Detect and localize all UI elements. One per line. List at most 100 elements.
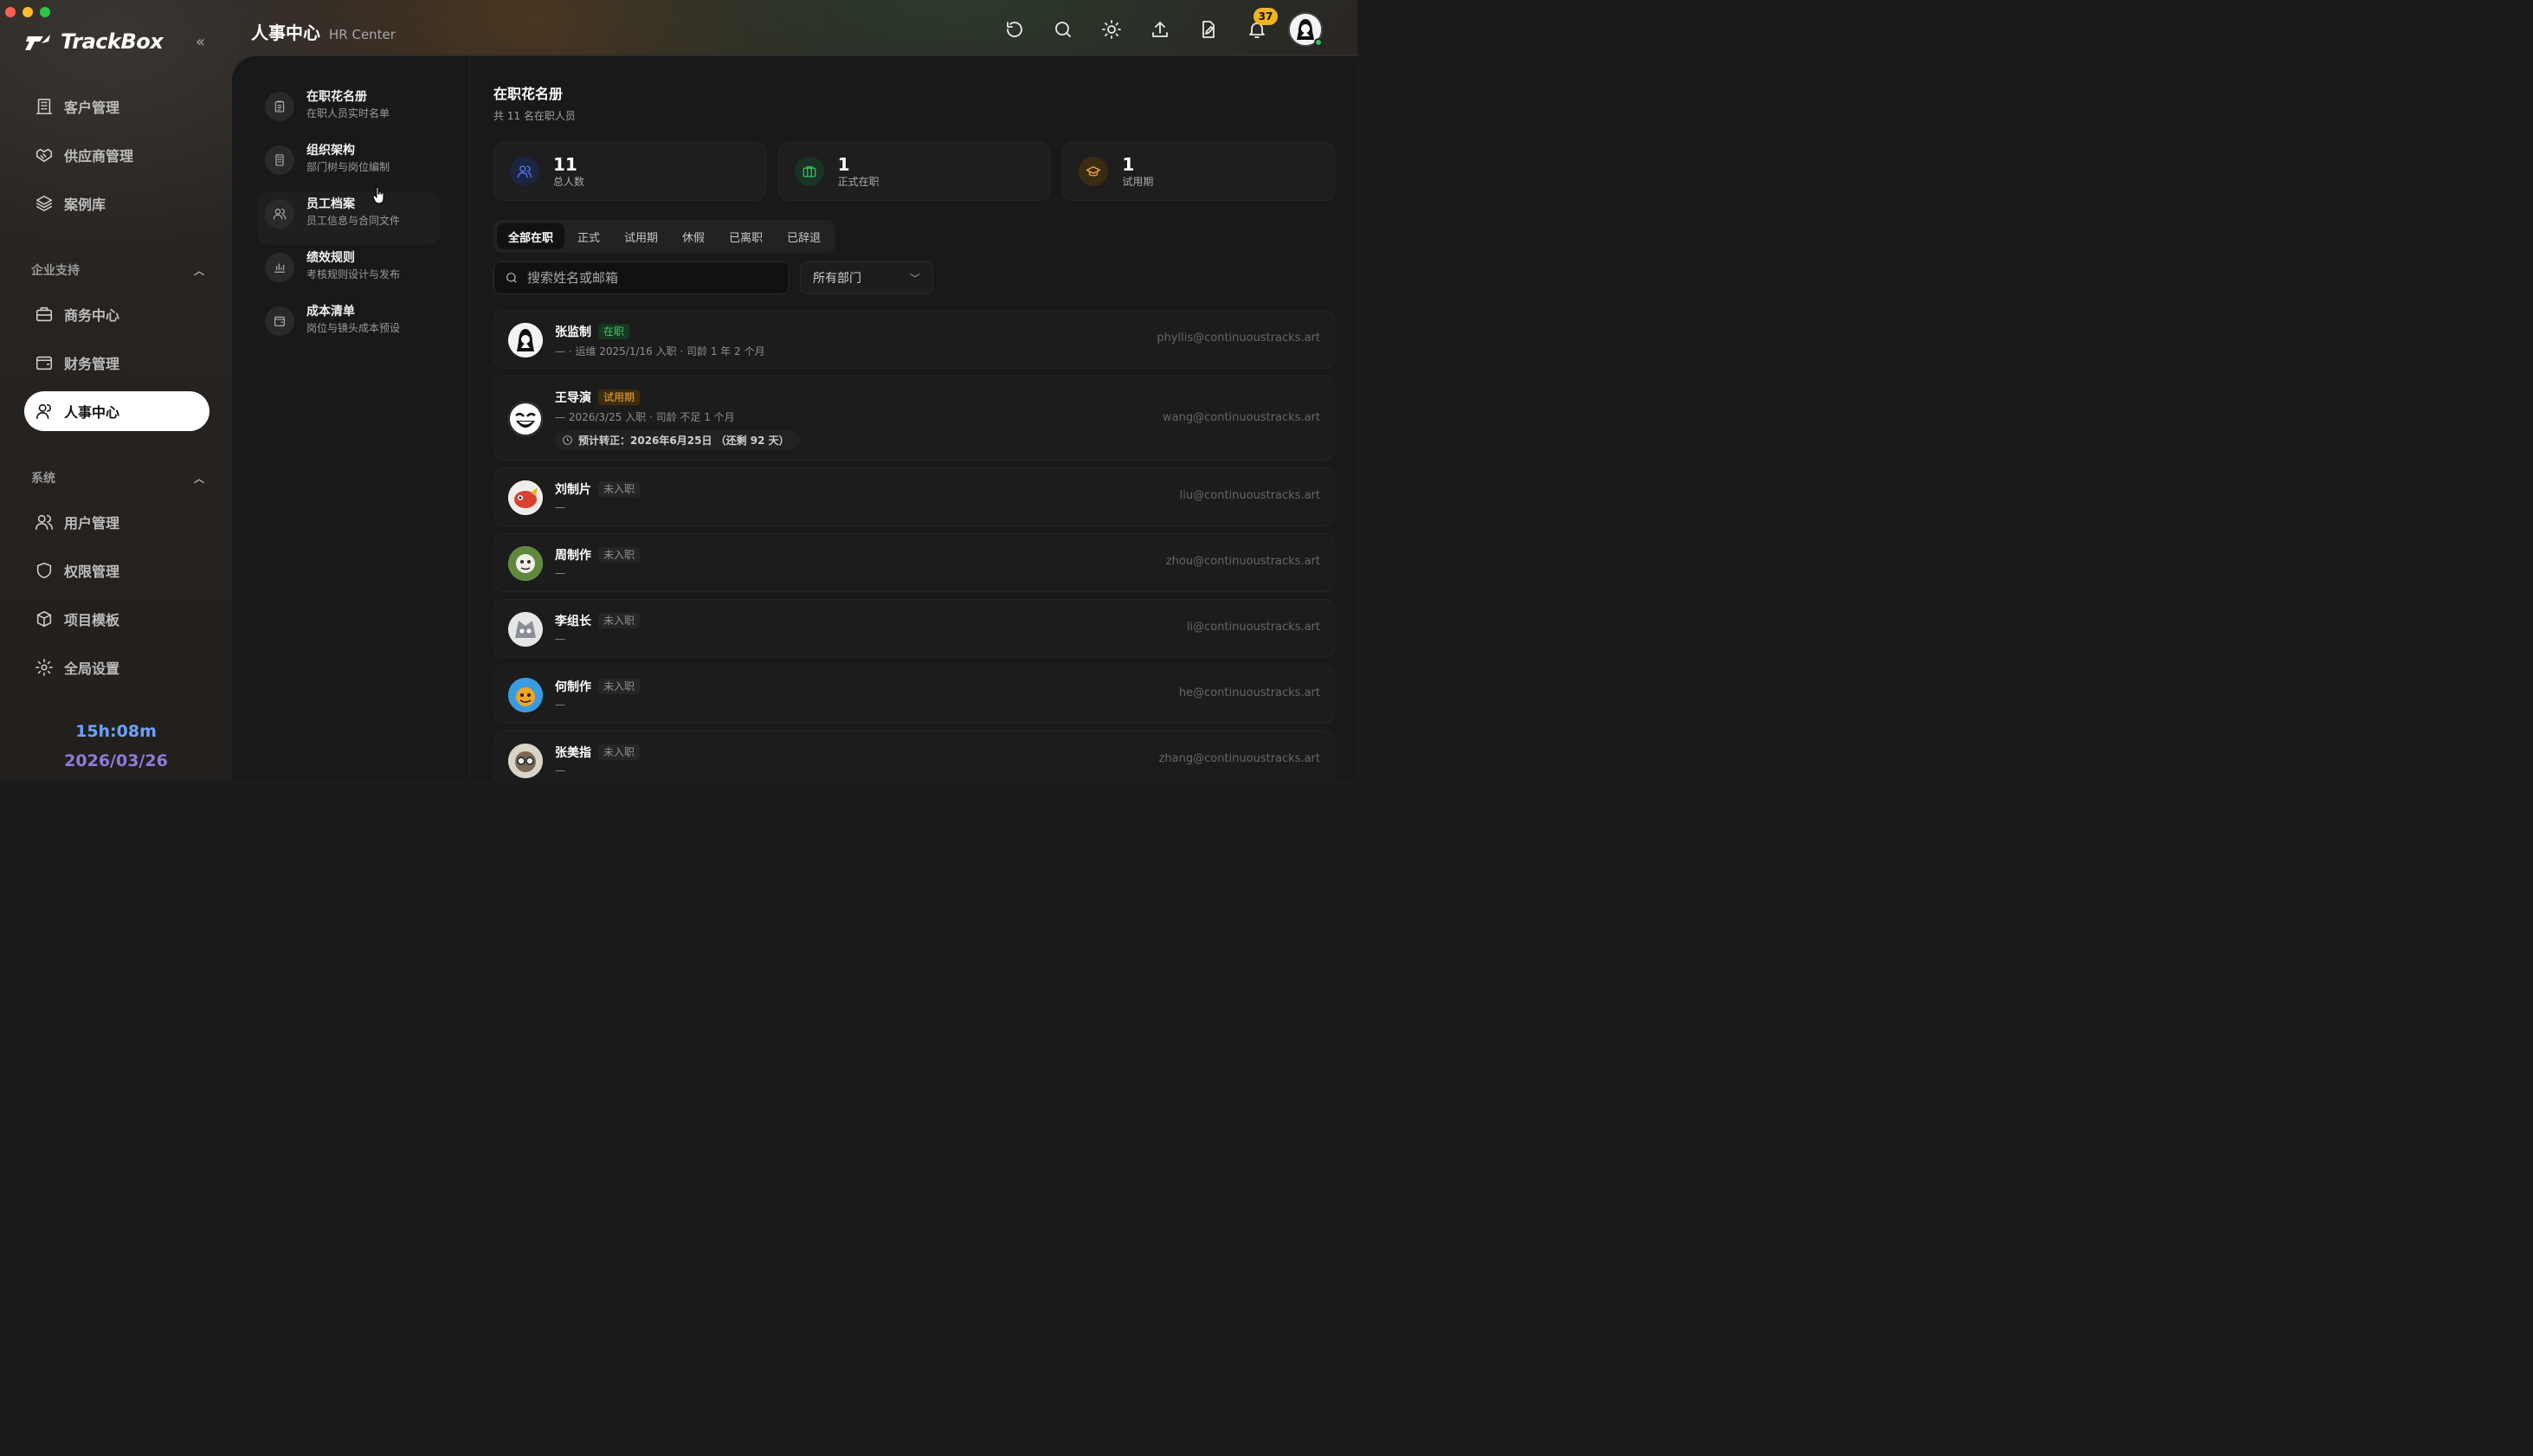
employee-row[interactable]: 张美指 未入职 — zhang@continuoustracks.art <box>493 731 1335 780</box>
tab-resigned[interactable]: 已离职 <box>718 223 774 249</box>
employee-avatar <box>508 480 543 515</box>
tab-probation[interactable]: 试用期 <box>613 223 669 249</box>
tab-regular[interactable]: 正式 <box>566 223 611 249</box>
employee-name: 王导演 <box>555 391 591 405</box>
wallet-icon <box>35 356 53 370</box>
sidebar-item-label: 供应商管理 <box>64 148 134 164</box>
stat-card-total: 11 总人数 <box>493 142 766 201</box>
panel-divider <box>469 56 470 780</box>
mouse-pointer-icon <box>372 187 384 204</box>
page-title: 人事中心 HR Center <box>251 19 396 44</box>
subnav-item-roster[interactable]: 在职花名册 在职人员实时名单 <box>258 84 440 138</box>
subnav-item-performance[interactable]: 绩效规则 考核规则设计与发布 <box>258 245 440 299</box>
search-icon[interactable] <box>1053 19 1073 40</box>
employee-meta: — <box>555 699 565 711</box>
clock-icon <box>563 435 572 445</box>
stat-label: 试用期 <box>1122 175 1154 188</box>
sidebar-item-customers[interactable]: 客户管理 <box>24 87 209 126</box>
search-input[interactable] <box>527 270 770 286</box>
edit-file-icon[interactable] <box>1198 19 1219 40</box>
sidebar-item-permissions[interactable]: 权限管理 <box>24 551 209 590</box>
section-label: 系统 <box>31 472 55 486</box>
employee-name: 何制作 <box>555 680 591 694</box>
sidebar-item-templates[interactable]: 项目模板 <box>24 599 209 639</box>
app-name: TrackBox <box>61 29 164 54</box>
subnav-title: 绩效规则 <box>306 251 355 265</box>
app-logo[interactable]: TrackBox <box>24 29 164 54</box>
roster-title: 在职花名册 <box>493 86 564 102</box>
sidebar-item-label: 人事中心 <box>64 404 120 421</box>
employee-row[interactable]: 李组长 未入职 — li@continuoustracks.art <box>493 599 1335 658</box>
sidebar-item-hr[interactable]: 人事中心 <box>24 391 209 431</box>
subnav-desc: 岗位与镜头成本预设 <box>306 322 401 334</box>
chevron-up-icon: ︿ <box>193 472 204 485</box>
sidebar-item-label: 财务管理 <box>64 356 120 372</box>
handshake-icon <box>35 148 53 163</box>
briefcase-icon <box>35 306 53 322</box>
subnav-title: 组织架构 <box>306 144 355 158</box>
sidebar-item-cases[interactable]: 案例库 <box>24 184 209 223</box>
subnav-desc: 在职人员实时名单 <box>306 107 390 119</box>
employee-list: 张监制 在职 — · 运维 2025/1/16 入职 · 司龄 1 年 2 个月 … <box>493 310 1335 780</box>
sun-icon[interactable] <box>1101 19 1122 40</box>
building-icon <box>35 98 53 115</box>
employee-avatar <box>508 744 543 778</box>
employee-name: 张监制 <box>555 325 591 339</box>
main-panel: 在职花名册 在职人员实时名单 组织架构 部门树与岗位编制 员工档案 员工信息与合同文件… <box>232 56 1357 780</box>
graduation-cap-icon <box>1079 157 1109 186</box>
tab-all-active[interactable]: 全部在职 <box>497 223 565 249</box>
sidebar-item-finance[interactable]: 财务管理 <box>24 343 209 383</box>
cube-icon <box>36 610 52 628</box>
employee-email: zhang@continuoustracks.art <box>1158 752 1320 765</box>
users-icon <box>35 514 53 531</box>
user-icon <box>35 403 52 420</box>
section-enterprise-support[interactable]: 企业支持 ︿ <box>31 261 204 279</box>
page-title-cn: 人事中心 <box>251 23 320 43</box>
employee-row[interactable]: 王导演 试用期 — 2026/3/25 入职 · 司龄 不足 1 个月 预计转正：… <box>493 376 1335 461</box>
employee-email: zhou@continuoustracks.art <box>1165 555 1320 568</box>
section-system[interactable]: 系统 ︿ <box>31 469 204 486</box>
subnav-item-org[interactable]: 组织架构 部门树与岗位编制 <box>258 138 440 191</box>
sidebar-item-settings[interactable]: 全局设置 <box>24 647 209 687</box>
sidebar-item-label: 客户管理 <box>64 100 120 116</box>
probation-eta: 预计转正：2026年6月25日 （还剩 92 天） <box>555 431 800 449</box>
collapse-sidebar-icon[interactable]: « <box>196 33 205 51</box>
layers-icon <box>35 195 53 212</box>
employee-email: he@continuoustracks.art <box>1178 686 1320 699</box>
employee-email: li@continuoustracks.art <box>1186 621 1320 634</box>
chevron-up-icon: ︿ <box>193 264 204 277</box>
employee-row[interactable]: 周制作 未入职 — zhou@continuoustracks.art <box>493 533 1335 592</box>
employee-row[interactable]: 刘制片 未入职 — liu@continuoustracks.art <box>493 467 1335 526</box>
subnav-item-costs[interactable]: 成本清单 岗位与镜头成本预设 <box>258 299 440 352</box>
status-badge: 在职 <box>598 324 630 339</box>
probation-eta-text: 预计转正：2026年6月25日 （还剩 92 天） <box>578 435 790 447</box>
employee-email: phyllis@continuoustracks.art <box>1157 332 1320 345</box>
hr-subnav: 在职花名册 在职人员实时名单 组织架构 部门树与岗位编制 员工档案 员工信息与合同文件… <box>258 84 440 352</box>
refresh-icon[interactable] <box>1004 19 1025 40</box>
sidebar-item-business[interactable]: 商务中心 <box>24 294 209 334</box>
employee-name: 周制作 <box>555 549 591 563</box>
page-title-en: HR Center <box>329 27 396 42</box>
online-indicator <box>1314 38 1323 47</box>
roster-content: 在职花名册 共 11 名在职人员 11 总人数 1 正式在职 1 试用期 全部在职 <box>493 82 1336 780</box>
employee-row[interactable]: 何制作 未入职 — he@continuoustracks.art <box>493 665 1335 724</box>
employee-email: liu@continuoustracks.art <box>1179 489 1320 502</box>
stat-label: 总人数 <box>553 175 585 188</box>
chevron-down-icon: ﹀ <box>909 272 920 285</box>
stat-label: 正式在职 <box>837 175 880 188</box>
stat-card-probation: 1 试用期 <box>1062 142 1336 201</box>
employee-row[interactable]: 张监制 在职 — · 运维 2025/1/16 入职 · 司龄 1 年 2 个月 … <box>493 310 1335 369</box>
employee-name: 刘制片 <box>555 483 591 497</box>
search-icon <box>506 273 517 283</box>
app-window: TrackBox « 客户管理 供应商管理 案例库 企业支持 ︿ 商务中心 财务… <box>0 0 1357 780</box>
tab-dismissed[interactable]: 已辞退 <box>776 223 832 249</box>
upload-icon[interactable] <box>1150 19 1170 40</box>
employee-avatar <box>508 402 543 436</box>
department-select[interactable]: 所有部门 ﹀ <box>800 261 933 294</box>
sidebar-item-users[interactable]: 用户管理 <box>24 502 209 542</box>
tab-leave[interactable]: 休假 <box>671 223 716 249</box>
employee-name: 李组长 <box>555 615 591 628</box>
sidebar-item-suppliers[interactable]: 供应商管理 <box>24 135 209 175</box>
employee-avatar <box>508 678 543 712</box>
subnav-item-files[interactable]: 员工档案 员工信息与合同文件 <box>258 191 440 245</box>
